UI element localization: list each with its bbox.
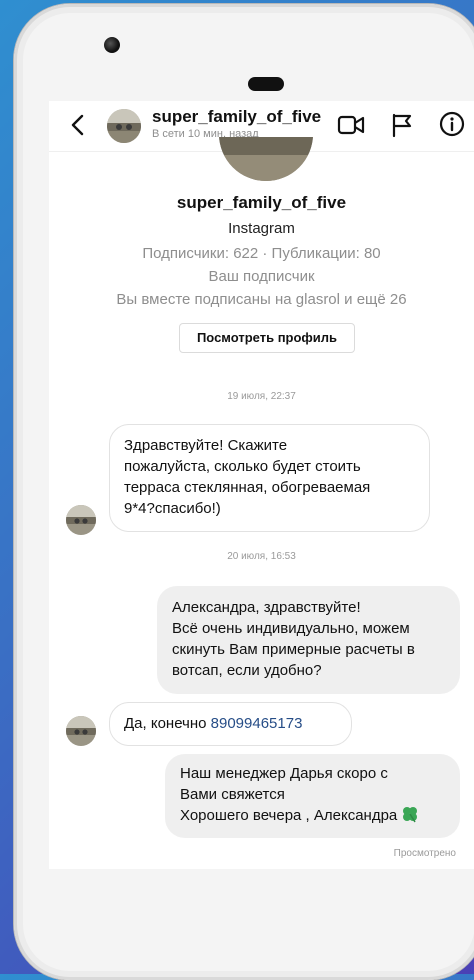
message-line: скинуть Вам примерные расчеты в bbox=[172, 641, 415, 658]
front-camera bbox=[104, 37, 120, 53]
profile-platform: Instagram bbox=[228, 220, 295, 237]
message-line: Здравствуйте! Скажите bbox=[124, 437, 288, 454]
phone-number-link[interactable]: 89099465173 bbox=[211, 715, 303, 732]
back-icon[interactable] bbox=[69, 113, 89, 137]
message-line: Наш менеджер Дарья скоро с bbox=[180, 765, 388, 782]
profile-name: super_family_of_five bbox=[176, 193, 347, 212]
message-line: вотсап, если удобно? bbox=[172, 662, 322, 679]
message-timestamp: 20 июля, 16:53 bbox=[227, 551, 296, 562]
four-leaf-clover-icon bbox=[403, 807, 418, 823]
message-text: Да, конечно bbox=[124, 715, 211, 732]
outgoing-message[interactable]: Александра, здравствуйте! Всё очень инди… bbox=[157, 586, 460, 694]
outgoing-message[interactable]: Наш менеджер Дарья скоро с Вами свяжется… bbox=[165, 754, 460, 838]
message-timestamp: 19 июля, 22:37 bbox=[227, 391, 296, 402]
profile-stats: Подписчики: 622 · Публикации: 80 bbox=[142, 245, 381, 262]
chat-username[interactable]: super_family_of_five bbox=[152, 107, 321, 127]
view-profile-button[interactable]: Посмотреть профиль bbox=[179, 323, 355, 353]
message-line: терраса стеклянная, обогреваемая bbox=[124, 479, 371, 496]
seen-status: Просмотрено bbox=[393, 848, 456, 859]
message-line: Александра, здравствуйте! bbox=[172, 599, 361, 616]
message-line: Вами свяжется bbox=[180, 786, 285, 803]
earpiece-speaker bbox=[248, 77, 284, 91]
avatar[interactable] bbox=[107, 109, 141, 143]
flag-icon[interactable] bbox=[390, 112, 414, 138]
video-call-icon[interactable] bbox=[337, 114, 365, 136]
message-text: Хорошего вечера , Александра bbox=[180, 807, 398, 824]
message-line: 9*4?спасибо!) bbox=[124, 500, 221, 517]
sender-avatar[interactable] bbox=[66, 716, 96, 746]
follower-note: Ваш подписчик bbox=[208, 268, 315, 285]
info-icon[interactable] bbox=[439, 111, 465, 137]
message-line: пожалуйста, сколько будет стоить bbox=[124, 458, 361, 475]
message-line: Хорошего вечера , Александра bbox=[180, 805, 445, 826]
dm-screen: super_family_of_five В сети 10 мин. наза… bbox=[49, 101, 474, 869]
phone-frame: super_family_of_five В сети 10 мин. наза… bbox=[14, 4, 474, 980]
sender-avatar[interactable] bbox=[66, 505, 96, 535]
message-line: Всё очень индивидуально, можем bbox=[172, 620, 410, 637]
incoming-message[interactable]: Здравствуйте! Скажите пожалуйста, скольк… bbox=[109, 424, 430, 532]
mutual-followers[interactable]: Вы вместе подписаны на glasrol и ещё 26 bbox=[49, 291, 474, 308]
incoming-message[interactable]: Да, конечно 89099465173 bbox=[109, 702, 352, 746]
